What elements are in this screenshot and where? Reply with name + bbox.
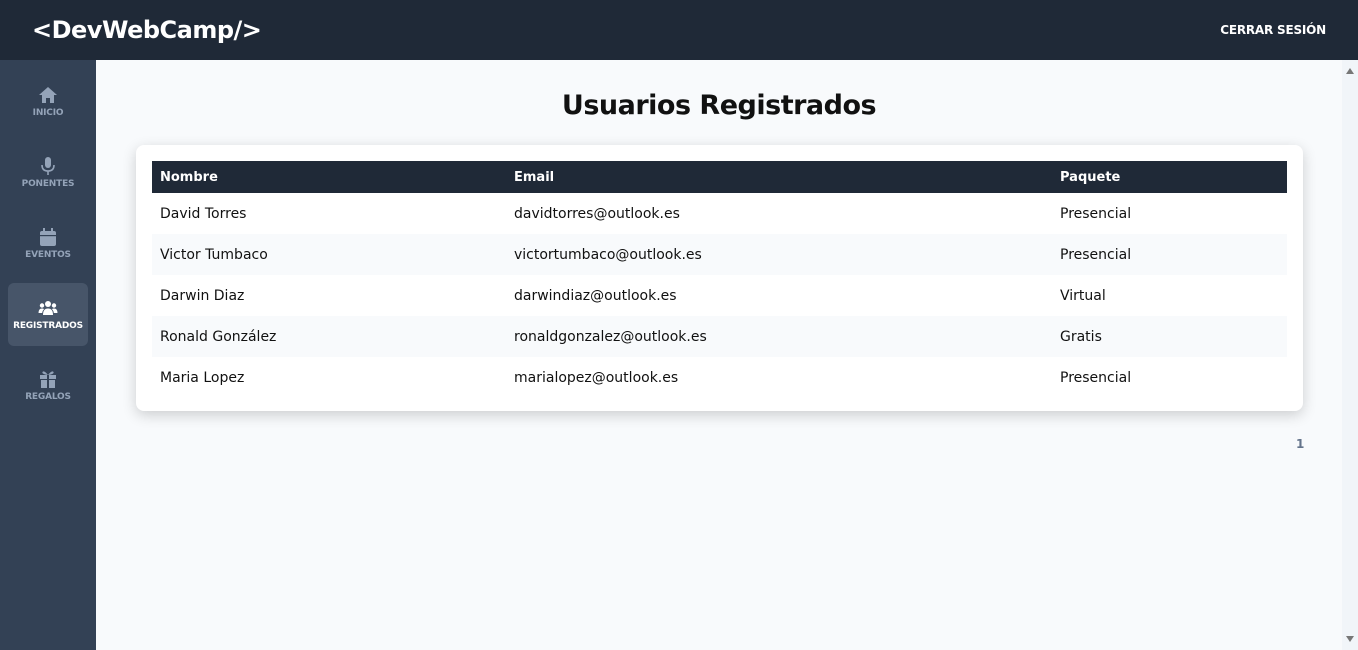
cell-nombre: Ronald González [160,328,277,345]
cell-email: victortumbaco@outlook.es [514,246,702,263]
table-row: Ronald González ronaldgonzalez@outlook.e… [152,316,1287,357]
home-icon [39,87,57,103]
main-content: Usuarios Registrados Nombre Email Paquet… [96,60,1342,650]
cell-paquete: Gratis [1060,328,1102,345]
app-logo[interactable]: <DevWebCamp/> [32,16,262,44]
pagination-current-page[interactable]: 1 [1296,437,1304,451]
column-header-email: Email [514,169,555,185]
sidebar-item-ponentes[interactable]: PONENTES [8,141,88,204]
sidebar-item-regalos[interactable]: REGALOS [8,354,88,417]
cell-nombre: David Torres [160,205,247,222]
cell-paquete: Presencial [1060,369,1132,386]
cell-nombre: Maria Lopez [160,369,245,386]
registrants-table: Nombre Email Paquete David Torres davidt… [152,161,1287,398]
table-row: Darwin Diaz darwindiaz@outlook.es Virtua… [152,275,1287,316]
column-header-nombre: Nombre [160,169,218,185]
cell-nombre: Darwin Diaz [160,287,245,304]
sidebar-item-label: INICIO [32,108,64,118]
cell-paquete: Virtual [1060,287,1106,304]
table-row: Maria Lopez marialopez@outlook.es Presen… [152,357,1287,398]
cell-paquete: Presencial [1060,246,1132,263]
vertical-scrollbar[interactable] [1342,60,1358,650]
cell-email: davidtorres@outlook.es [514,205,680,222]
sidebar: INICIO PONENTES EVENTOS REGISTRADOS REGA… [0,60,96,650]
sidebar-item-label: REGALOS [25,392,71,402]
table-header-row: Nombre Email Paquete [152,161,1287,193]
scroll-down-arrow-icon[interactable] [1346,636,1354,642]
table-row: Victor Tumbaco victortumbaco@outlook.es … [152,234,1287,275]
registrants-card: Nombre Email Paquete David Torres davidt… [136,145,1303,411]
sidebar-item-label: EVENTOS [25,250,71,260]
cell-email: darwindiaz@outlook.es [514,287,677,304]
top-header: <DevWebCamp/> CERRAR SESIÓN [0,0,1358,60]
page-title: Usuarios Registrados [561,90,877,121]
sidebar-item-registrados[interactable]: REGISTRADOS [8,283,88,346]
cell-paquete: Presencial [1060,205,1132,222]
cell-email: marialopez@outlook.es [514,369,679,386]
sidebar-item-label: REGISTRADOS [13,321,83,331]
users-icon [38,301,58,315]
microphone-icon [41,157,55,175]
logout-button[interactable]: CERRAR SESIÓN [1220,23,1326,37]
cell-email: ronaldgonzalez@outlook.es [514,328,707,345]
gift-icon [40,371,56,388]
scroll-up-arrow-icon[interactable] [1346,68,1354,74]
sidebar-item-label: PONENTES [21,179,75,189]
sidebar-item-eventos[interactable]: EVENTOS [8,212,88,275]
sidebar-item-inicio[interactable]: INICIO [8,70,88,133]
calendar-icon [40,228,56,246]
table-row: David Torres davidtorres@outlook.es Pres… [152,193,1287,234]
column-header-paquete: Paquete [1060,169,1121,185]
cell-nombre: Victor Tumbaco [160,246,268,263]
